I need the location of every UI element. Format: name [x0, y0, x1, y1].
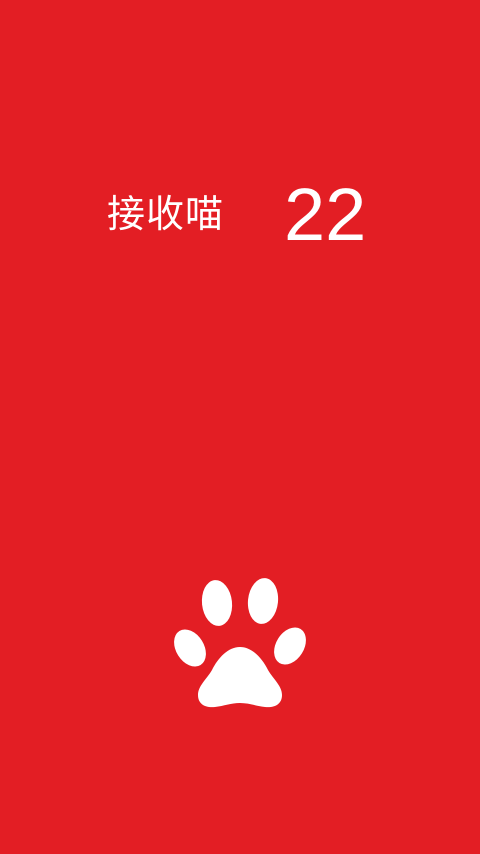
received-counter: 接收喵 22 [0, 178, 480, 258]
paw-icon [174, 578, 306, 708]
counter-label: 接收喵 [107, 192, 225, 236]
meow-paw-button[interactable] [170, 574, 310, 710]
app-screen: 接收喵 22 [0, 0, 480, 854]
counter-value: 22 [284, 173, 367, 256]
